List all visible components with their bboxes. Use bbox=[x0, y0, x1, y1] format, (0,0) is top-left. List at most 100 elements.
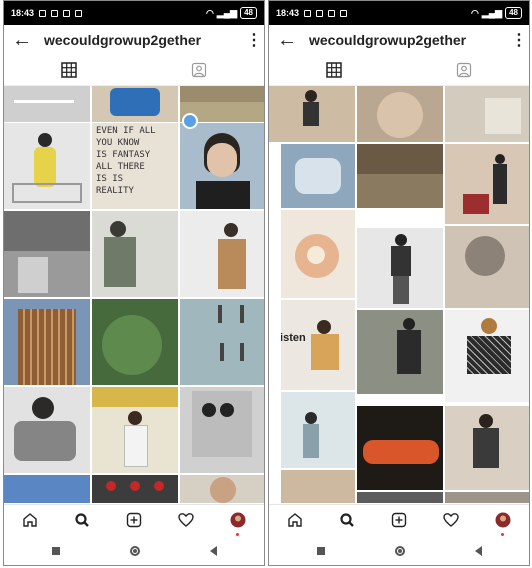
photo-tile[interactable] bbox=[281, 144, 355, 208]
photo-tile[interactable] bbox=[357, 144, 443, 208]
arrow-back-icon[interactable]: ← bbox=[277, 30, 301, 50]
photo-tile[interactable] bbox=[180, 123, 264, 209]
heart-icon bbox=[178, 513, 194, 527]
tab-tagged[interactable] bbox=[449, 58, 479, 82]
nav-activity[interactable] bbox=[172, 506, 200, 534]
grid-icon bbox=[326, 62, 342, 78]
search-icon bbox=[340, 513, 354, 527]
photo-tile[interactable] bbox=[4, 387, 90, 473]
photo-tile[interactable] bbox=[357, 310, 443, 394]
battery-indicator: 48 bbox=[505, 7, 522, 19]
profile-username: wecouldgrowup2gether bbox=[44, 32, 202, 48]
profile-header: ← wecouldgrowup2gether ⋮ bbox=[4, 25, 264, 55]
nav-activity[interactable] bbox=[437, 506, 465, 534]
status-time: 18:43 bbox=[276, 8, 300, 18]
photo-tile[interactable] bbox=[445, 86, 529, 142]
status-bar: 18:43 ◠ ▂▄▆ 48 bbox=[4, 1, 264, 25]
nav-profile[interactable] bbox=[224, 506, 252, 536]
back-triangle-icon[interactable] bbox=[474, 546, 482, 556]
photo-tile[interactable] bbox=[92, 211, 178, 297]
photo-tile[interactable] bbox=[281, 392, 355, 468]
home-circle-icon[interactable] bbox=[129, 546, 140, 556]
photo-tile[interactable] bbox=[357, 228, 443, 308]
tagged-icon bbox=[456, 62, 472, 78]
profile-header: ← wecouldgrowup2gether ⋮ bbox=[269, 25, 529, 55]
status-bar: 18:43 ◠ ▂▄▆ 48 bbox=[269, 1, 529, 25]
listen-text: listen bbox=[281, 332, 306, 344]
photo-tile[interactable] bbox=[4, 123, 90, 209]
photo-tile[interactable] bbox=[357, 86, 443, 142]
nav-home[interactable] bbox=[16, 506, 44, 534]
grid-icon bbox=[61, 62, 77, 78]
tagged-icon bbox=[191, 62, 207, 78]
tab-tagged[interactable] bbox=[184, 58, 214, 82]
signal-icon: ▂▄▆ bbox=[481, 7, 503, 18]
profile-avatar-icon bbox=[495, 512, 511, 528]
right-phone-screen: 18:43 ◠▂▄▆48 ← wecouldgrowup2gether ⋮ li… bbox=[268, 0, 530, 566]
photo-tile[interactable] bbox=[269, 86, 355, 142]
photo-tile[interactable] bbox=[4, 86, 90, 122]
photo-tile[interactable] bbox=[4, 211, 90, 297]
poster-text: EVEN IF ALL YOU KNOW IS FANTASY ALL THER… bbox=[96, 126, 156, 196]
notification-icon bbox=[39, 9, 47, 17]
photo-tile[interactable] bbox=[281, 470, 355, 503]
notification-icon bbox=[328, 9, 336, 17]
photo-tile[interactable] bbox=[281, 210, 355, 298]
photo-tile[interactable] bbox=[445, 492, 529, 503]
photo-tile[interactable] bbox=[445, 406, 529, 490]
recents-icon[interactable] bbox=[316, 547, 325, 555]
profile-username: wecouldgrowup2gether bbox=[309, 32, 467, 48]
photo-grid: EVEN IF ALL YOU KNOW IS FANTASY ALL THER… bbox=[4, 86, 264, 503]
photo-tile[interactable]: listen bbox=[281, 300, 355, 390]
notification-icon bbox=[304, 9, 312, 17]
wifi-icon: ◠ bbox=[206, 7, 214, 18]
photo-tile[interactable] bbox=[180, 387, 264, 473]
photo-tile[interactable] bbox=[4, 475, 90, 503]
nav-search[interactable] bbox=[333, 506, 361, 534]
nav-add[interactable] bbox=[120, 506, 148, 534]
photo-tile[interactable] bbox=[180, 211, 264, 297]
bottom-navigation bbox=[269, 504, 529, 536]
more-vertical-icon[interactable]: ⋮ bbox=[511, 30, 527, 50]
home-icon bbox=[288, 513, 302, 527]
nav-home[interactable] bbox=[281, 506, 309, 534]
heart-icon bbox=[443, 513, 459, 527]
photo-tile[interactable] bbox=[180, 475, 264, 503]
photo-tile[interactable] bbox=[357, 492, 443, 503]
photo-tile[interactable] bbox=[92, 387, 178, 473]
add-icon bbox=[126, 512, 142, 528]
signal-icon: ▂▄▆ bbox=[216, 7, 238, 18]
photo-tile[interactable] bbox=[445, 144, 529, 224]
left-phone-screen: 18:43 ◠ ▂▄▆ 48 ← wecouldgrowup2gether ⋮ EV… bbox=[3, 0, 265, 566]
system-navigation bbox=[4, 536, 264, 565]
nav-add[interactable] bbox=[385, 506, 413, 534]
status-time: 18:43 bbox=[11, 8, 35, 18]
wifi-icon: ◠ bbox=[471, 7, 479, 18]
home-icon bbox=[23, 513, 37, 527]
tab-grid[interactable] bbox=[319, 58, 349, 82]
photo-tile[interactable] bbox=[357, 406, 443, 490]
photo-tile[interactable] bbox=[92, 475, 178, 503]
photo-tile[interactable] bbox=[92, 86, 178, 122]
arrow-back-icon[interactable]: ← bbox=[12, 30, 36, 50]
tab-grid[interactable] bbox=[54, 58, 84, 82]
photo-tile[interactable] bbox=[445, 310, 529, 402]
photo-grid: listen bbox=[269, 86, 529, 503]
notification-icon bbox=[51, 9, 59, 17]
photo-tile[interactable] bbox=[92, 299, 178, 385]
nav-search[interactable] bbox=[68, 506, 96, 534]
nav-profile[interactable] bbox=[489, 506, 517, 536]
more-vertical-icon[interactable]: ⋮ bbox=[246, 30, 262, 50]
system-navigation bbox=[269, 536, 529, 565]
add-icon bbox=[391, 512, 407, 528]
photo-tile[interactable] bbox=[180, 299, 264, 385]
photo-tile[interactable]: EVEN IF ALL YOU KNOW IS FANTASY ALL THER… bbox=[92, 123, 178, 209]
recents-icon[interactable] bbox=[51, 547, 60, 555]
profile-avatar-icon bbox=[230, 512, 246, 528]
photo-tile[interactable] bbox=[4, 299, 90, 385]
selection-handle[interactable] bbox=[182, 113, 198, 129]
home-circle-icon[interactable] bbox=[394, 546, 405, 556]
back-triangle-icon[interactable] bbox=[209, 546, 217, 556]
battery-indicator: 48 bbox=[240, 7, 257, 19]
photo-tile[interactable] bbox=[445, 226, 529, 308]
